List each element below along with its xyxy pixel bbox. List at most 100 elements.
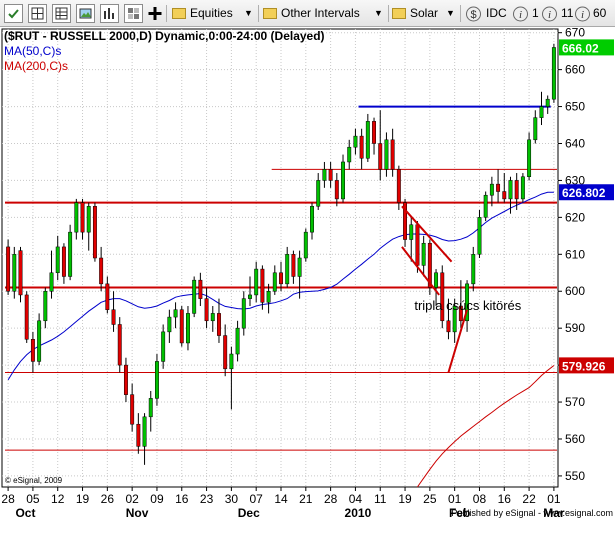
candle-body: [235, 327, 240, 355]
candle-body: [365, 121, 370, 159]
interval-1-button[interactable]: 1: [532, 4, 539, 23]
candle-body: [279, 272, 283, 285]
interval-60-button[interactable]: 60: [593, 4, 606, 23]
equities-menu[interactable]: Equities: [190, 4, 233, 23]
candle-body: [43, 290, 48, 322]
candle-body: [148, 398, 153, 418]
x-month-label: Oct: [15, 506, 35, 518]
chart-background: [0, 27, 615, 518]
y-tick-label: 550: [565, 469, 585, 483]
candle-body: [328, 169, 333, 181]
candle-body: [341, 161, 345, 200]
x-tick-label: 25: [423, 492, 437, 506]
candle-body: [210, 313, 215, 322]
candle-body: [502, 191, 507, 200]
dollar-icon[interactable]: $: [465, 4, 482, 23]
candle-body: [266, 290, 271, 303]
candle-body: [384, 139, 389, 170]
x-tick-label: 19: [398, 492, 412, 506]
candle-body: [496, 183, 501, 192]
candle-body: [353, 135, 358, 148]
candle-body: [272, 272, 277, 292]
info-icon[interactable]: i: [512, 4, 529, 23]
annotation-text: tripla csúcs kitörés: [414, 298, 521, 313]
tile-icon[interactable]: [124, 4, 143, 23]
candle-body: [440, 272, 445, 322]
folder-icon: [392, 8, 406, 19]
x-tick-label: 26: [101, 492, 115, 506]
candle-body: [409, 224, 414, 240]
candle-body: [520, 176, 525, 200]
svg-text:i: i: [519, 9, 522, 21]
candle-body: [508, 180, 513, 200]
x-tick-label: 09: [150, 492, 164, 506]
y-tick-label: 560: [565, 432, 585, 446]
x-tick-label: 28: [1, 492, 15, 506]
candle-body: [291, 254, 296, 277]
candle-body: [12, 254, 17, 292]
price-label: 626.802: [562, 186, 606, 200]
separator: [388, 5, 389, 22]
candle-body: [248, 294, 252, 299]
solar-menu[interactable]: Solar: [410, 4, 438, 23]
grid-icon[interactable]: [28, 4, 47, 23]
x-tick-label: 14: [274, 492, 288, 506]
other-intervals-menu[interactable]: Other Intervals: [281, 4, 360, 23]
candle-body: [223, 335, 228, 370]
table-icon[interactable]: [52, 4, 71, 23]
candle-body: [415, 224, 420, 266]
candle-body: [254, 268, 259, 296]
candle-body: [142, 416, 147, 447]
x-tick-label: 28: [324, 492, 338, 506]
chevron-down-icon[interactable]: ▼: [244, 4, 253, 23]
x-tick-label: 01: [547, 492, 561, 506]
y-tick-label: 650: [565, 100, 585, 114]
candle-body: [316, 180, 321, 207]
chevron-down-icon[interactable]: ▼: [446, 4, 455, 23]
idc-button[interactable]: IDC: [486, 4, 507, 23]
image-icon[interactable]: [76, 4, 95, 23]
info-icon[interactable]: i: [541, 4, 558, 23]
footer: [0, 518, 615, 534]
candle-body: [105, 283, 110, 310]
candle-body: [61, 246, 66, 277]
published-by: Published by eSignal - www.esignal.com: [451, 508, 613, 518]
x-tick-label: 05: [26, 492, 40, 506]
plus-icon[interactable]: [147, 4, 163, 23]
candle-body: [514, 180, 519, 200]
x-month-label: Nov: [126, 506, 149, 518]
candle-body: [434, 272, 439, 288]
candle-body: [527, 139, 532, 177]
candle-body: [446, 320, 451, 333]
x-tick-label: 01: [448, 492, 462, 506]
price-chart[interactable]: 5505605705805906006106206306406506606702…: [0, 27, 615, 518]
candle-body: [241, 298, 246, 329]
y-tick-label: 610: [565, 247, 585, 261]
candle-body: [161, 331, 166, 362]
chevron-down-icon[interactable]: ▼: [374, 4, 383, 23]
y-tick-label: 600: [565, 284, 585, 298]
candle-body: [483, 194, 488, 218]
candle-body: [297, 257, 302, 277]
interval-11-button[interactable]: 11: [561, 4, 573, 23]
candle-body: [229, 353, 234, 370]
checkbox-icon[interactable]: [4, 4, 23, 23]
candle-body: [55, 246, 60, 274]
info-icon[interactable]: i: [574, 4, 591, 23]
candle-body: [372, 121, 376, 144]
candle-body: [551, 47, 556, 100]
candle-body: [173, 309, 178, 318]
bars-icon[interactable]: [100, 4, 119, 23]
legend-ma50: MA(50,C)s: [4, 44, 61, 58]
candle-body: [99, 257, 104, 285]
candle-body: [123, 364, 128, 395]
x-tick-label: 04: [349, 492, 363, 506]
chart-title: ($RUT - RUSSELL 2000,D) Dynamic,0:00-24:…: [4, 29, 325, 43]
x-tick-label: 21: [299, 492, 313, 506]
x-tick-label: 07: [250, 492, 264, 506]
x-tick-label: 23: [200, 492, 214, 506]
candle-body: [310, 206, 314, 233]
x-tick-label: 11: [374, 492, 387, 506]
candle-body: [489, 183, 494, 196]
candle-body: [24, 294, 29, 340]
